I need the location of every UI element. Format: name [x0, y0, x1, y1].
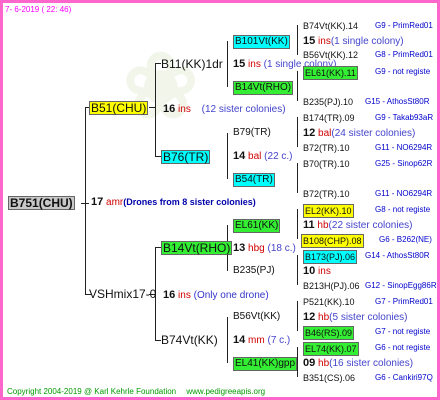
gen3-info: 10 ins — [303, 265, 331, 277]
gen4-entry[interactable]: B213H(PJ).06 — [303, 280, 360, 292]
gen1-top-info: 16 ins (12 sister colonies) — [163, 103, 286, 116]
site-link[interactable]: www.pedigreeapis.org — [186, 387, 265, 396]
gen4-entry[interactable]: EL2(KK).10 — [303, 204, 354, 218]
gen4-entry[interactable]: B235(PJ).10 — [303, 96, 353, 108]
connector — [227, 133, 228, 179]
gen3-info: 15 ins(1 single colony) — [303, 35, 404, 47]
gen4-info: G15 - AthosSt80R — [365, 97, 430, 106]
gen2-info: 13 hbg (18 c.) — [233, 242, 296, 254]
gen4-entry[interactable]: EL61(KK).11 — [303, 66, 358, 80]
connector — [297, 71, 298, 101]
gen2-label: B74Vt(KK) — [161, 333, 218, 347]
root-generation: 17 amr(Drones from 8 sister colonies) — [91, 196, 256, 209]
gen3-info: 12 hb(5 sister colonies) — [303, 311, 408, 323]
gen4-info: G11 - NO6294R — [375, 143, 433, 152]
gen2-node[interactable]: B14Vt(RHO) — [161, 241, 233, 255]
gen3-node[interactable]: B79(TR) — [233, 127, 271, 139]
gen1-bottom-ins: ins — [178, 290, 191, 301]
connector — [297, 209, 298, 239]
gen3-info: 11 hb(22 sister colonies) — [303, 219, 413, 231]
gen4-info: G25 - Sinop62R — [375, 159, 433, 168]
copyright-text: Copyright 2004-2019 @ Karl Kehrle Founda… — [7, 387, 177, 396]
gen4-info: G12 - SinopEgg86R — [365, 281, 437, 290]
gen1-top-label: B51(CHU) — [89, 101, 149, 115]
gen2-node[interactable]: B76(TR) — [161, 150, 211, 164]
root-node[interactable]: B751(CHU) — [8, 196, 75, 210]
connector — [297, 255, 298, 285]
gen3-info: 09 hb(16 sister colonies) — [303, 357, 414, 369]
gen4-entry[interactable]: B174(TR).09 — [303, 112, 355, 124]
gen1-bottom-num: 16 — [163, 289, 176, 301]
gen4-info: G11 - NO6294R — [375, 189, 433, 198]
gen4-info: G9 - PrimRed01 — [375, 21, 433, 30]
gen4-entry[interactable]: B56Vt(KK).12 — [303, 49, 358, 61]
gen4-info: G6 - not registe — [375, 343, 431, 352]
gen4-entry[interactable]: B46(RS).09 — [303, 326, 355, 340]
gen2-info: 14 mm (7 c.) — [233, 334, 291, 346]
connector — [149, 107, 155, 108]
gen4-info: G7 - PrimRed01 — [375, 297, 433, 306]
gen4-entry[interactable]: EL74(KK).07 — [303, 342, 359, 356]
gen3-node[interactable]: B14Vt(RHO) — [233, 81, 294, 95]
gen4-entry[interactable]: B72(TR).10 — [303, 142, 350, 154]
gen2-info: 14 bal (22 c.) — [233, 150, 293, 162]
root-gen-num: 17 — [91, 196, 104, 208]
gen4-info: G14 - AthosSt80R — [365, 251, 430, 260]
gen4-entry[interactable]: P521(KK).10 — [303, 296, 355, 308]
connector — [297, 117, 298, 147]
gen2-node[interactable]: B11(KK)1dr — [161, 58, 223, 70]
gen4-entry[interactable]: B351(CS).06 — [303, 372, 355, 384]
gen3-info: 12 bal(24 sister colonies) — [303, 127, 416, 139]
gen4-info: G8 - PrimRed01 — [375, 50, 433, 59]
connector — [227, 317, 228, 363]
gen4-entry[interactable]: B74Vt(KK).14 — [303, 20, 358, 32]
watermark: ❀ — [123, 33, 199, 139]
gen2-label: B14Vt(RHO) — [161, 241, 233, 255]
gen1-top-note: (12 sister colonies) — [201, 104, 286, 115]
root-gen-ins: amr — [106, 197, 124, 208]
gen2-label: B11(KK)1dr — [161, 57, 223, 71]
gen1-top-ins: ins — [178, 104, 191, 115]
gen1-bottom-note: (Only one drone) — [193, 290, 269, 301]
root-label: B751(CHU) — [8, 196, 75, 210]
gen1-top-num: 16 — [163, 103, 176, 115]
gen4-entry[interactable]: B70(TR).10 — [303, 158, 350, 170]
gen4-entry[interactable]: B72(TR).10 — [303, 188, 350, 200]
gen3-node[interactable]: B101Vt(KK) — [233, 35, 290, 49]
footer: Copyright 2004-2019 @ Karl Kehrle Founda… — [7, 387, 273, 396]
gen4-entry[interactable]: B108(CHP).08 — [301, 234, 364, 248]
gen1-bottom-node[interactable]: VSHmix17-0 — [89, 288, 156, 300]
connector — [227, 41, 228, 87]
connector — [297, 25, 298, 55]
gen3-node[interactable]: EL41(KK)gpp — [233, 357, 298, 371]
connector — [297, 347, 298, 377]
gen4-entry[interactable]: B173(PJ).06 — [303, 250, 358, 264]
gen4-info: G6 - B262(NE) — [379, 235, 432, 244]
gen4-info: G7 - not registe — [375, 327, 431, 336]
connector — [85, 107, 86, 295]
gen3-node[interactable]: B54(TR) — [233, 173, 275, 187]
connector — [297, 163, 298, 193]
gen2-node[interactable]: B74Vt(KK) — [161, 334, 218, 346]
gen4-info: G9 - Takab93aR — [375, 113, 434, 122]
gen1-bottom-label: VSHmix17-0 — [89, 287, 157, 301]
connector — [297, 301, 298, 331]
gen4-info: G6 - Cankiri97Q — [375, 373, 433, 382]
gen1-bottom-info: 16 ins (Only one drone) — [163, 289, 269, 302]
gen2-label: B76(TR) — [161, 150, 211, 164]
root-note: (Drones from 8 sister colonies) — [123, 197, 256, 207]
gen3-node[interactable]: B56Vt(KK) — [233, 311, 280, 323]
gen3-node[interactable]: B235(PJ) — [233, 265, 275, 277]
gen1-top-node[interactable]: B51(CHU) — [89, 101, 149, 115]
connector — [155, 63, 156, 156]
gen4-info: G9 - not registe — [375, 67, 431, 76]
gen4-info: G8 - not registe — [375, 205, 431, 214]
gen3-node[interactable]: EL61(KK) — [233, 219, 281, 233]
timestamp: 7- 6-2019 ( 22: 46) — [5, 5, 72, 14]
pedigree-chart: ❀ 7- 6-2019 ( 22: 46) B751(CHU) 17 amr(D… — [0, 0, 440, 400]
